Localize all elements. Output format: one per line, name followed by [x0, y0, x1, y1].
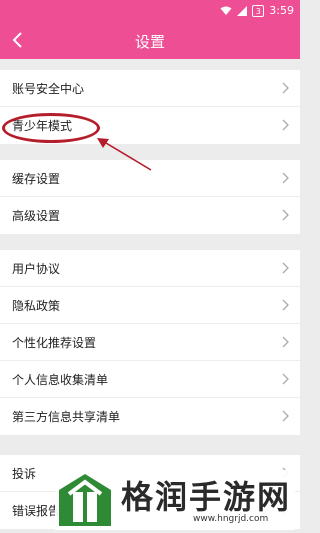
watermark-url: www.hngrjd.com: [193, 514, 269, 524]
status-icons: 3 3:59: [220, 4, 294, 17]
chevron-right-icon: [282, 172, 289, 184]
settings-item-personalized-recommend[interactable]: 个性化推荐设置: [0, 324, 300, 361]
settings-item-advanced[interactable]: 高级设置: [0, 197, 300, 234]
settings-item-label: 隐私政策: [12, 299, 61, 313]
settings-item-third-party-sharing[interactable]: 第三方信息共享清单: [0, 398, 300, 435]
status-time: 3:59: [269, 4, 294, 17]
watermark-brand: 格润手游网: [121, 478, 292, 516]
title-bar: 设置: [0, 22, 300, 59]
chevron-right-icon: [282, 119, 289, 131]
page-title: 设置: [134, 33, 165, 51]
settings-item-label: 错误报告: [12, 504, 61, 518]
chevron-right-icon: [282, 373, 289, 385]
settings-item-label: 高级设置: [12, 209, 61, 223]
wifi-icon: [220, 6, 232, 15]
chevron-right-icon: [282, 262, 289, 274]
settings-item-label: 缓存设置: [12, 172, 61, 186]
settings-item-label: 个人信息收集清单: [12, 373, 109, 387]
chevron-right-icon: [282, 82, 289, 94]
settings-item-label: 投诉: [12, 467, 37, 481]
settings-item-user-agreement[interactable]: 用户协议: [0, 250, 300, 287]
chevron-right-icon: [282, 299, 289, 311]
settings-item-label: 个性化推荐设置: [12, 336, 97, 350]
settings-item-label: 账号安全中心: [12, 82, 85, 96]
watermark-logo-icon: [59, 474, 111, 526]
battery-icon: 3: [252, 4, 265, 17]
chevron-right-icon: [282, 209, 289, 221]
settings-item-label: 第三方信息共享清单: [12, 410, 121, 424]
site-watermark: 格润手游网 www.hngrjd.com: [55, 470, 295, 530]
settings-item-account-security[interactable]: 账号安全中心: [0, 70, 300, 107]
settings-item-label: 用户协议: [12, 262, 61, 276]
settings-item-info-collection-list[interactable]: 个人信息收集清单: [0, 361, 300, 398]
chevron-right-icon: [282, 336, 289, 348]
settings-item-privacy-policy[interactable]: 隐私政策: [0, 287, 300, 324]
chevron-right-icon: [282, 410, 289, 422]
status-bar: 3 3:59: [0, 0, 300, 22]
annotation-arrow-icon: [97, 138, 152, 171]
settings-group-privacy: 用户协议 隐私政策 个性化推荐设置 个人信息收集清单 第三方信息共享清单: [0, 250, 300, 435]
annotation-highlight-ellipse: [2, 113, 100, 143]
signal-icon: [237, 5, 248, 16]
